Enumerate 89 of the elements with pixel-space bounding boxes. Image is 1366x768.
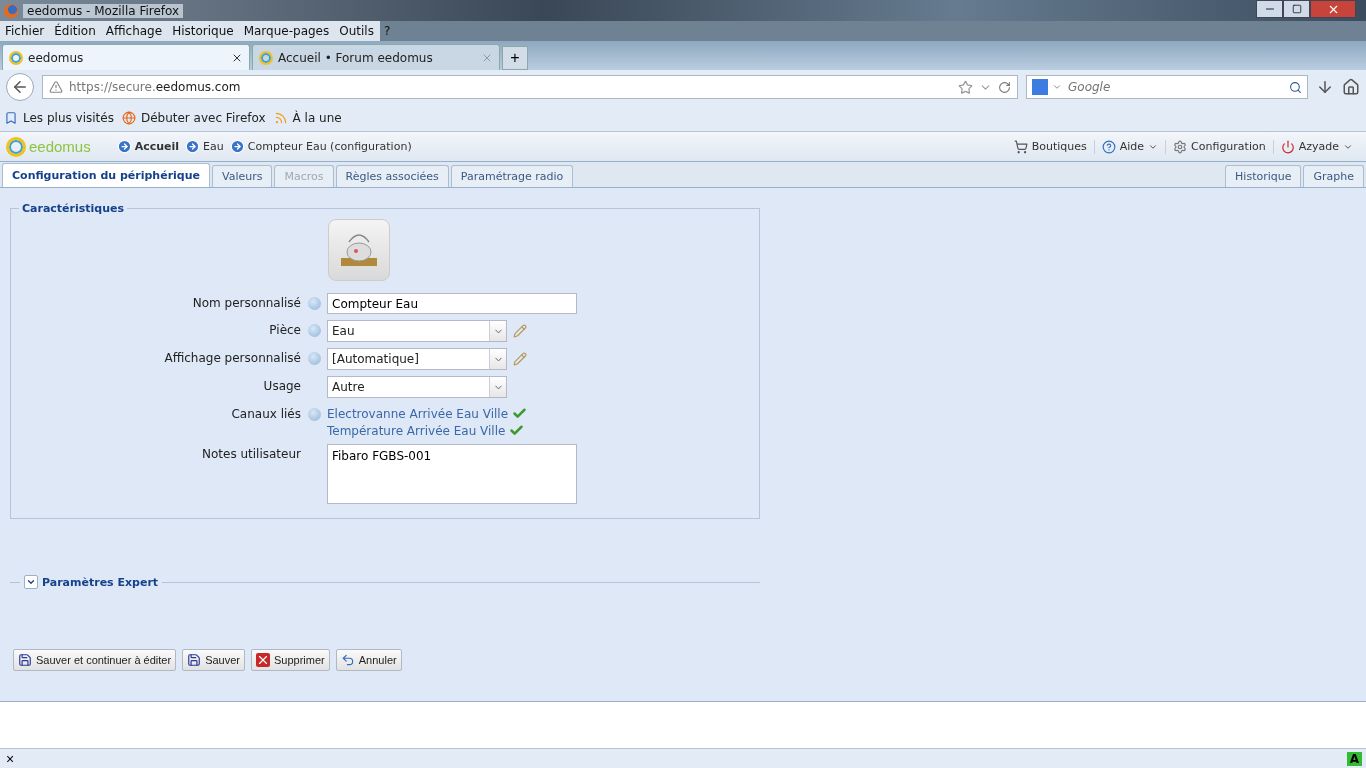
action-button[interactable]: Sauver et continuer à éditer xyxy=(13,649,177,671)
tab[interactable]: Paramétrage radio xyxy=(450,165,574,187)
new-tab-button[interactable]: + xyxy=(502,46,528,70)
restore-icon xyxy=(1291,4,1302,14)
linked-channel-link[interactable]: Electrovanne Arrivée Eau Ville xyxy=(327,406,509,421)
bookmark-link[interactable]: À la une xyxy=(292,110,342,125)
header-menu-item[interactable]: Azyade xyxy=(1272,139,1360,154)
search-engine-icon xyxy=(1032,79,1048,95)
action-button[interactable]: Sauver xyxy=(182,649,245,671)
cart-icon xyxy=(1013,139,1028,154)
bookmark-link[interactable]: Les plus visités xyxy=(23,110,114,125)
search-input[interactable]: Google xyxy=(1066,79,1285,95)
maximize-button[interactable] xyxy=(1283,0,1310,18)
action-button[interactable]: Annuler xyxy=(335,649,402,671)
menu-item[interactable]: Édition xyxy=(49,21,101,41)
water-meter-picture xyxy=(328,219,390,281)
bookmark-link[interactable]: Débuter avec Firefox xyxy=(140,110,266,125)
select-field[interactable]: Autre xyxy=(327,376,507,398)
site-icon xyxy=(9,50,23,65)
help-icon xyxy=(1101,139,1116,154)
close-button[interactable] xyxy=(1310,0,1356,18)
reload-icon[interactable] xyxy=(998,80,1011,94)
search-icon[interactable] xyxy=(1289,80,1302,94)
field-label: Pièce xyxy=(268,322,301,339)
header-menu-item[interactable]: Boutiques xyxy=(1006,139,1094,154)
arrow-circle-icon xyxy=(229,139,245,154)
search-field[interactable]: Google xyxy=(1026,75,1308,99)
power-icon xyxy=(1280,139,1295,154)
field-label: Nom personnalisé xyxy=(191,295,301,312)
url-text: https://secure.eedomus.com xyxy=(69,80,241,94)
input-field[interactable]: Compteur Eau xyxy=(327,293,577,314)
addon-badge[interactable]: A xyxy=(1346,751,1362,766)
menu-item[interactable]: Fichier xyxy=(0,21,50,41)
section-title: Paramètres Expert xyxy=(42,575,159,589)
breadcrumb-link[interactable]: Eau xyxy=(185,139,224,154)
field-label: Affichage personnalisé xyxy=(163,350,301,367)
rss-icon xyxy=(273,110,288,125)
warning-icon xyxy=(49,80,63,94)
tab-title: eedomus xyxy=(28,50,84,65)
action-button[interactable]: Supprimer xyxy=(251,649,330,671)
tab-title: Accueil • Forum eedomus xyxy=(278,50,433,65)
globe-icon xyxy=(121,110,136,125)
select-field[interactable]: Eau xyxy=(327,320,507,342)
tab[interactable]: Graphe xyxy=(1303,165,1364,187)
arrow-circle-icon xyxy=(116,139,132,154)
menu-item[interactable]: Marque-pages xyxy=(238,21,335,41)
site-icon xyxy=(259,50,273,65)
logo-icon xyxy=(6,136,26,157)
header-menu-item[interactable]: Aide xyxy=(1093,139,1166,154)
bookmark-icon xyxy=(4,110,18,125)
delete-icon xyxy=(256,653,270,667)
download-icon[interactable] xyxy=(1316,78,1334,96)
expand-toggle[interactable] xyxy=(24,575,38,589)
breadcrumb-link[interactable]: Accueil xyxy=(116,139,180,154)
menu-item[interactable]: ? xyxy=(378,21,396,41)
notes-field[interactable]: Fibaro FGBS-001 xyxy=(327,444,577,504)
browser-logo-icon xyxy=(4,3,18,18)
home-icon[interactable] xyxy=(1342,78,1360,96)
field-label: Usage xyxy=(262,378,301,395)
chevron-down-icon xyxy=(26,577,36,587)
dropdown-icon[interactable] xyxy=(1052,82,1062,92)
pencil-icon[interactable] xyxy=(513,324,527,338)
close-button[interactable]: × xyxy=(6,750,15,767)
field-label: Notes utilisateur xyxy=(200,446,301,463)
tab[interactable]: Historique xyxy=(1225,165,1302,187)
back-button[interactable] xyxy=(6,73,34,101)
tab[interactable]: Règles associées xyxy=(335,165,449,187)
menu-item[interactable]: Affichage xyxy=(100,21,168,41)
logo-text: eedomus xyxy=(29,138,91,155)
menu-item[interactable]: Historique xyxy=(167,21,239,41)
address-bar[interactable]: https://secure.eedomus.com xyxy=(42,75,1018,99)
minimize-button[interactable] xyxy=(1256,0,1283,18)
pencil-icon[interactable] xyxy=(513,352,527,366)
window-title: eedomus - Mozilla Firefox xyxy=(23,3,184,18)
arrow-circle-icon xyxy=(185,139,201,154)
breadcrumb-link[interactable]: Compteur Eau (configuration) xyxy=(229,139,412,154)
bookmark-star-icon[interactable] xyxy=(958,79,973,95)
linked-channel-link[interactable]: Température Arrivée Eau Ville xyxy=(327,423,506,438)
section-title: Caractéristiques xyxy=(21,202,126,215)
undo-icon xyxy=(340,653,355,667)
browser-tab[interactable]: eedomus xyxy=(2,44,250,70)
browser-tab[interactable]: Accueil • Forum eedomus xyxy=(252,44,500,70)
select-field[interactable]: [Automatique] xyxy=(327,348,507,370)
tab[interactable]: Configuration du périphérique xyxy=(2,163,210,187)
field-label: Canaux liés xyxy=(230,406,301,423)
menu-item[interactable]: Outils xyxy=(334,21,379,41)
tab[interactable]: Valeurs xyxy=(212,165,273,187)
settings-icon xyxy=(1173,139,1188,154)
header-menu-item[interactable]: Configuration xyxy=(1165,139,1273,154)
